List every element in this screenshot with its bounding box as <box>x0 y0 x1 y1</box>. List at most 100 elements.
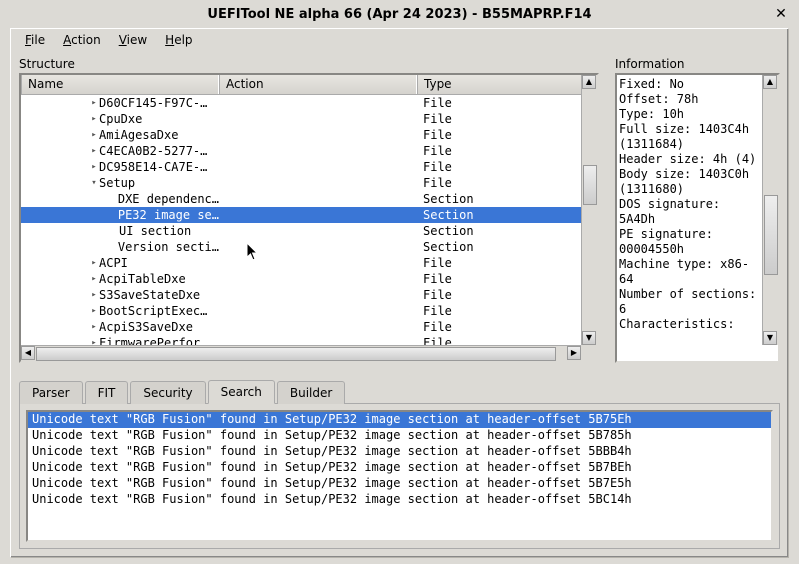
info-body[interactable]: Fixed: No Offset: 78h Type: 10h Full siz… <box>619 77 762 359</box>
tree-item-name: Version secti… <box>118 240 219 254</box>
tab-fit[interactable]: FIT <box>85 381 129 404</box>
structure-vscroll[interactable]: ▲ ▼ <box>581 75 597 345</box>
tree-row[interactable]: PE32 image se…Section <box>21 207 581 223</box>
scroll-thumb[interactable] <box>36 347 556 361</box>
structure-panel: Structure Name Action Type ▸D60CF145-F97… <box>19 57 599 367</box>
col-action[interactable]: Action <box>219 75 417 94</box>
scroll-right-icon[interactable]: ▶ <box>567 346 581 360</box>
tree-item-name: FirmwarePerfor… <box>99 336 207 345</box>
tree-item-type: File <box>417 320 581 334</box>
tree-row[interactable]: ▸D60CF145-F97C-… File <box>21 95 581 111</box>
chevron-down-icon[interactable]: ▾ <box>89 178 99 188</box>
bottom-panel: ParserFITSecuritySearchBuilder Unicode t… <box>19 377 780 549</box>
tree-row[interactable]: DXE dependenc…Section <box>21 191 581 207</box>
tree-item-type: File <box>417 112 581 126</box>
result-row[interactable]: Unicode text "RGB Fusion" found in Setup… <box>28 412 771 428</box>
tree-item-type: File <box>417 128 581 142</box>
info-panel: Information Fixed: No Offset: 78h Type: … <box>615 57 780 367</box>
tree-item-name: BootScriptExec… <box>99 304 207 318</box>
chevron-right-icon[interactable]: ▸ <box>89 274 99 284</box>
scroll-down-icon[interactable]: ▼ <box>582 331 596 345</box>
tree-row[interactable]: ▾Setup File <box>21 175 581 191</box>
structure-hscroll[interactable]: ◀ ▶ <box>21 345 581 361</box>
chevron-right-icon[interactable]: ▸ <box>89 306 99 316</box>
tab-parser[interactable]: Parser <box>19 381 83 404</box>
tree-item-type: File <box>417 272 581 286</box>
scroll-up-icon[interactable]: ▲ <box>582 75 596 89</box>
col-name[interactable]: Name <box>21 75 219 94</box>
chevron-right-icon[interactable]: ▸ <box>89 322 99 332</box>
chevron-right-icon[interactable]: ▸ <box>89 290 99 300</box>
info-label: Information <box>615 57 780 73</box>
tree-row[interactable]: ▸AmiAgesaDxe File <box>21 127 581 143</box>
window-title: UEFITool NE alpha 66 (Apr 24 2023) - B55… <box>207 7 591 22</box>
scroll-thumb[interactable] <box>764 195 778 275</box>
structure-frame: Name Action Type ▸D60CF145-F97C-…File▸Cp… <box>19 73 599 363</box>
tree-item-type: File <box>417 304 581 318</box>
tree-item-type: File <box>417 336 581 345</box>
result-row[interactable]: Unicode text "RGB Fusion" found in Setup… <box>28 492 771 508</box>
tree-item-type: File <box>417 160 581 174</box>
scroll-corner <box>581 345 597 361</box>
tree-item-name: AcpiTableDxe <box>99 272 186 286</box>
scroll-thumb[interactable] <box>583 165 597 205</box>
chevron-right-icon[interactable]: ▸ <box>89 146 99 156</box>
tree-item-type: File <box>417 176 581 190</box>
tree-row[interactable]: ▸ACPIFile <box>21 255 581 271</box>
scroll-left-icon[interactable]: ◀ <box>21 346 35 360</box>
result-row[interactable]: Unicode text "RGB Fusion" found in Setup… <box>28 428 771 444</box>
tree-row[interactable]: ▸BootScriptExec… File <box>21 303 581 319</box>
tabs: ParserFITSecuritySearchBuilder <box>19 377 780 403</box>
content-area: Structure Name Action Type ▸D60CF145-F97… <box>19 57 780 549</box>
result-row[interactable]: Unicode text "RGB Fusion" found in Setup… <box>28 476 771 492</box>
menu-action[interactable]: Action <box>55 31 109 49</box>
tree-body[interactable]: ▸D60CF145-F97C-…File▸CpuDxeFile▸AmiAgesa… <box>21 95 581 345</box>
result-row[interactable]: Unicode text "RGB Fusion" found in Setup… <box>28 460 771 476</box>
chevron-right-icon[interactable]: ▸ <box>89 162 99 172</box>
scroll-up-icon[interactable]: ▲ <box>763 75 777 89</box>
chevron-right-icon[interactable]: ▸ <box>89 338 99 345</box>
info-frame: Fixed: No Offset: 78h Type: 10h Full siz… <box>615 73 780 363</box>
tree-row[interactable]: ▸AcpiTableDxe File <box>21 271 581 287</box>
tree-item-name: D60CF145-F97C-… <box>99 96 207 110</box>
window-body: File Action View Help Structure Name Act… <box>10 28 789 558</box>
info-vscroll[interactable]: ▲ ▼ <box>762 75 778 345</box>
search-results[interactable]: Unicode text "RGB Fusion" found in Setup… <box>26 410 773 542</box>
tree-row[interactable]: ▸CpuDxeFile <box>21 111 581 127</box>
menu-help[interactable]: Help <box>157 31 200 49</box>
tree-item-name: PE32 image se… <box>118 208 219 222</box>
menu-file[interactable]: File <box>17 31 53 49</box>
close-button[interactable]: ✕ <box>771 4 791 24</box>
menu-view[interactable]: View <box>111 31 155 49</box>
chevron-right-icon[interactable]: ▸ <box>89 114 99 124</box>
chevron-right-icon[interactable]: ▸ <box>89 258 99 268</box>
tree-row[interactable]: ▸DC958E14-CA7E-…File <box>21 159 581 175</box>
chevron-right-icon[interactable]: ▸ <box>89 130 99 140</box>
menubar: File Action View Help <box>11 29 788 51</box>
tree-row[interactable]: ▸AcpiS3SaveDxe File <box>21 319 581 335</box>
tree-item-type: Section <box>417 240 581 254</box>
tab-builder[interactable]: Builder <box>277 381 345 404</box>
result-row[interactable]: Unicode text "RGB Fusion" found in Setup… <box>28 444 771 460</box>
tree-item-type: File <box>417 288 581 302</box>
tree-row[interactable]: Version secti… Section <box>21 239 581 255</box>
tree-row[interactable]: ▸FirmwarePerfor… File <box>21 335 581 345</box>
tree-row[interactable]: UI section Section <box>21 223 581 239</box>
tab-security[interactable]: Security <box>130 381 205 404</box>
tree-row[interactable]: ▸S3SaveStateDxeFile <box>21 287 581 303</box>
tab-search[interactable]: Search <box>208 380 275 404</box>
tree-item-type: File <box>417 96 581 110</box>
tree-item-name: UI section <box>119 224 191 238</box>
tree-row[interactable]: ▸C4ECA0B2-5277-…File <box>21 143 581 159</box>
col-type[interactable]: Type <box>417 75 597 94</box>
structure-label: Structure <box>19 57 599 73</box>
tree-header: Name Action Type <box>21 75 597 95</box>
tree-item-type: Section <box>417 224 581 238</box>
tree-item-name: Setup <box>99 176 135 190</box>
tree-item-name: ACPI <box>99 256 128 270</box>
tree-item-name: AmiAgesaDxe <box>99 128 178 142</box>
tree-item-name: AcpiS3SaveDxe <box>99 320 193 334</box>
chevron-right-icon[interactable]: ▸ <box>89 98 99 108</box>
scroll-down-icon[interactable]: ▼ <box>763 331 777 345</box>
tree-item-name: C4ECA0B2-5277-… <box>99 144 207 158</box>
